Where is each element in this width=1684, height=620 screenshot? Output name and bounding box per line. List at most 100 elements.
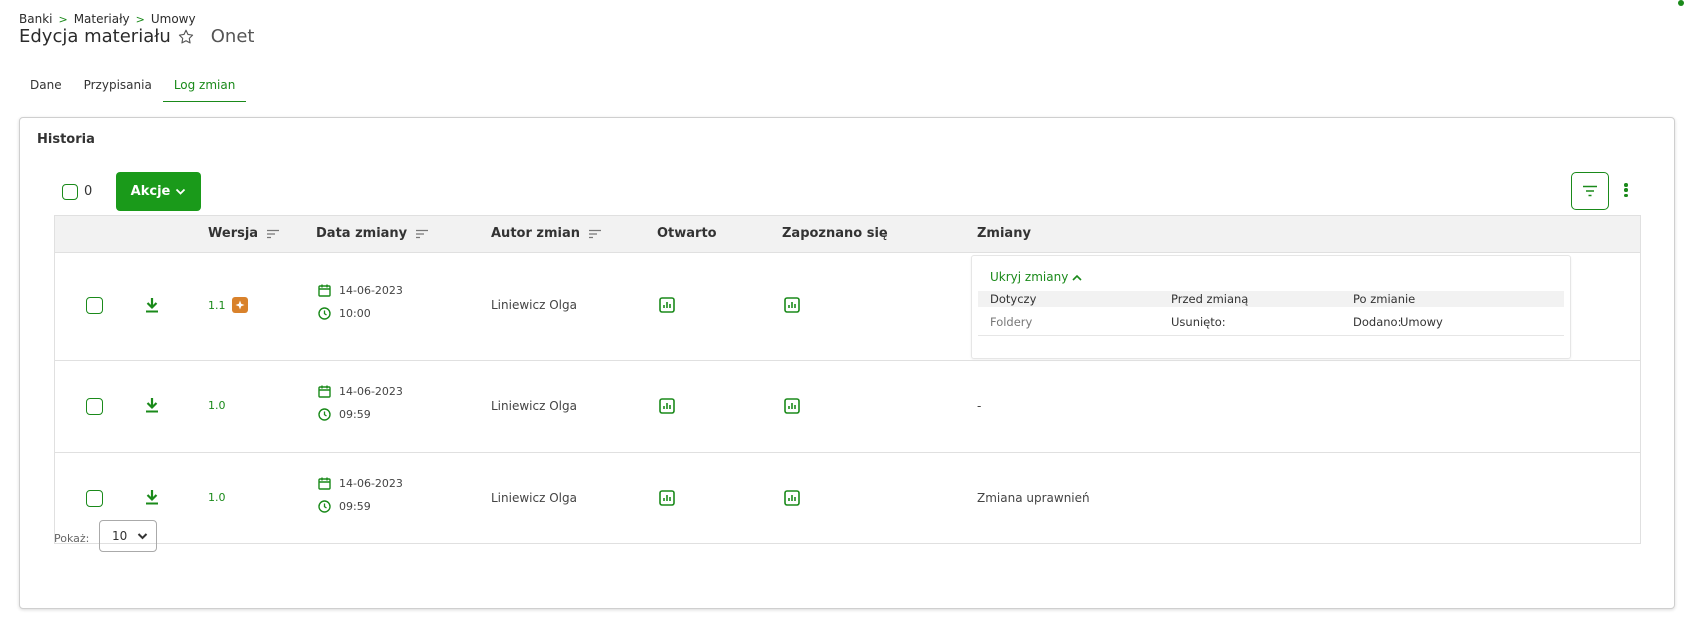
- tabs: Dane Przypisania Log zmian: [19, 72, 247, 102]
- breadcrumb-item-materialy[interactable]: Materiały: [74, 12, 130, 26]
- clock-icon: [318, 408, 331, 421]
- changes-summary: Zmiana uprawnień: [977, 491, 1090, 505]
- time-value: 09:59: [339, 408, 371, 421]
- version-label: 1.1: [208, 298, 226, 312]
- column-header-changes: Zmiany: [977, 226, 1031, 241]
- opened-stats-icon[interactable]: [659, 297, 675, 317]
- calendar-icon: [318, 477, 331, 490]
- acknowledged-stats-icon[interactable]: [784, 490, 800, 510]
- download-icon[interactable]: [145, 397, 159, 417]
- changes-header-after: Po zmianie: [1353, 292, 1416, 306]
- changes-header-before: Przed zmianą: [1171, 292, 1249, 306]
- calendar-icon: [318, 385, 331, 398]
- version-link[interactable]: 1.1: [208, 297, 248, 313]
- actions-button-label: Akcje: [130, 184, 171, 199]
- star-icon[interactable]: [177, 28, 195, 46]
- chevron-up-icon: [1072, 274, 1082, 281]
- date-value: 14-06-2023: [339, 385, 403, 398]
- time-cell: 09:59: [318, 408, 371, 421]
- page-size-select[interactable]: 10: [99, 520, 157, 552]
- new-version-badge-icon: [231, 297, 248, 313]
- select-all-checkbox[interactable]: [62, 184, 78, 200]
- opened-stats-icon[interactable]: [659, 398, 675, 418]
- version-link[interactable]: 1.0: [208, 491, 226, 504]
- date-value: 14-06-2023: [339, 284, 403, 297]
- change-after-label: Dodano:: [1353, 315, 1402, 329]
- tab-log-zmian[interactable]: Log zmian: [162, 72, 247, 102]
- column-header-label: Data zmiany: [316, 226, 408, 241]
- author-name: Liniewicz Olga: [491, 298, 577, 312]
- download-icon[interactable]: [145, 297, 159, 317]
- sort-icon: [589, 229, 601, 238]
- row-checkbox[interactable]: [86, 398, 103, 415]
- date-cell: 14-06-2023: [318, 284, 403, 297]
- chevron-down-icon: [137, 533, 148, 540]
- download-icon[interactable]: [145, 489, 159, 509]
- filter-button[interactable]: [1571, 172, 1609, 210]
- tab-przypisania[interactable]: Przypisania: [73, 72, 163, 102]
- date-cell: 14-06-2023: [318, 477, 403, 490]
- actions-button[interactable]: Akcje: [116, 172, 201, 211]
- breadcrumb-separator: >: [135, 12, 145, 26]
- row-checkbox[interactable]: [86, 490, 103, 507]
- change-subject: Foldery: [990, 315, 1033, 329]
- hide-changes-link[interactable]: Ukryj zmiany: [990, 270, 1082, 284]
- time-cell: 10:00: [318, 307, 371, 320]
- acknowledged-stats-icon[interactable]: [784, 297, 800, 317]
- title-row: Edycja materiału Onet: [19, 26, 254, 47]
- row-checkbox[interactable]: [86, 297, 103, 314]
- author-name: Liniewicz Olga: [491, 491, 577, 505]
- chevron-down-icon: [176, 188, 186, 195]
- author-name: Liniewicz Olga: [491, 399, 577, 413]
- change-before-label: Usunięto:: [1171, 315, 1226, 329]
- column-header-version[interactable]: Wersja: [208, 226, 280, 241]
- changes-summary: -: [977, 399, 982, 413]
- version-label: 1.0: [208, 399, 226, 412]
- page-size-label: Pokaż:: [54, 532, 90, 545]
- version-label: 1.0: [208, 491, 226, 504]
- page-subtitle: Onet: [210, 26, 255, 47]
- selected-count: 0: [84, 184, 93, 199]
- clock-icon: [318, 500, 331, 513]
- table-header: Wersja Data zmiany Autor zmian Otwarto Z…: [55, 216, 1640, 252]
- card-title: Historia: [37, 132, 95, 147]
- sort-icon: [416, 229, 429, 238]
- hide-changes-label: Ukryj zmiany: [990, 270, 1069, 284]
- time-cell: 09:59: [318, 500, 371, 513]
- table-row: 1.0 14-06-2023 09:59 Liniewicz Olga -: [55, 360, 1640, 452]
- acknowledged-stats-icon[interactable]: [784, 398, 800, 418]
- column-header-label: Zmiany: [977, 226, 1031, 241]
- history-card: Historia 0 Akcje Wersja Data zmiany Auto…: [19, 117, 1675, 609]
- column-header-label: Autor zmian: [491, 226, 580, 241]
- breadcrumb-item-banki[interactable]: Banki: [19, 12, 52, 26]
- time-value: 10:00: [339, 307, 371, 320]
- filter-icon: [1583, 185, 1597, 197]
- date-value: 14-06-2023: [339, 477, 403, 490]
- column-header-acknowledged: Zapoznano się: [782, 226, 888, 241]
- corner-indicator: [1678, 0, 1684, 6]
- changes-header-subject: Dotyczy: [990, 292, 1037, 306]
- table-row: 1.0 14-06-2023 09:59 Liniewicz Olga Zmia…: [55, 452, 1640, 543]
- column-header-opened: Otwarto: [657, 226, 717, 241]
- calendar-icon: [318, 284, 331, 297]
- breadcrumb-separator: >: [58, 12, 68, 26]
- column-header-author[interactable]: Autor zmian: [491, 226, 602, 241]
- time-value: 09:59: [339, 500, 371, 513]
- changes-detail-panel: Ukryj zmiany Dotyczy Przed zmianą Po zmi…: [971, 255, 1571, 359]
- more-options-icon[interactable]: [1622, 180, 1630, 200]
- breadcrumb: Banki > Materiały > Umowy: [19, 12, 196, 26]
- table-row: 1.1 14-06-2023 10:00 Liniewicz Olga Ukry…: [55, 252, 1640, 360]
- clock-icon: [318, 307, 331, 320]
- column-header-label: Zapoznano się: [782, 226, 888, 241]
- column-header-label: Otwarto: [657, 226, 717, 241]
- column-header-date[interactable]: Data zmiany: [316, 226, 429, 241]
- version-link[interactable]: 1.0: [208, 399, 226, 412]
- breadcrumb-item-umowy[interactable]: Umowy: [151, 12, 196, 26]
- date-cell: 14-06-2023: [318, 385, 403, 398]
- page-title: Edycja materiału: [19, 26, 171, 47]
- tab-dane[interactable]: Dane: [19, 72, 73, 102]
- changes-detail-row: Foldery Usunięto: Dodano: Umowy: [978, 314, 1564, 336]
- sort-icon: [267, 229, 280, 238]
- opened-stats-icon[interactable]: [659, 490, 675, 510]
- changes-detail-header: Dotyczy Przed zmianą Po zmianie: [978, 291, 1564, 307]
